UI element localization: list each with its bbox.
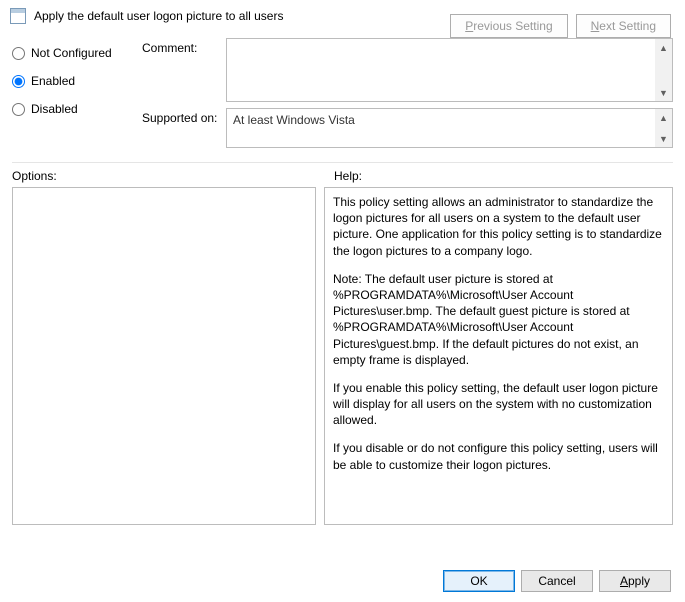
supported-on-label: Supported on: xyxy=(142,108,226,148)
scroll-down-icon[interactable]: ▼ xyxy=(655,130,672,147)
options-pane xyxy=(12,187,316,525)
options-label: Options: xyxy=(12,169,334,183)
help-paragraph: If you disable or do not configure this … xyxy=(333,440,664,472)
radio-not-configured[interactable]: Not Configured xyxy=(12,42,134,64)
state-radio-group: Not Configured Enabled Disabled xyxy=(12,38,134,154)
scroll-up-icon[interactable]: ▲ xyxy=(655,109,672,126)
help-paragraph: Note: The default user picture is stored… xyxy=(333,271,664,368)
apply-button[interactable]: Apply xyxy=(599,570,671,592)
comment-label: Comment: xyxy=(142,38,226,102)
ok-button[interactable]: OK xyxy=(443,570,515,592)
radio-enabled[interactable]: Enabled xyxy=(12,70,134,92)
help-label: Help: xyxy=(334,169,362,183)
next-setting-button[interactable]: Next Setting xyxy=(576,14,671,38)
help-paragraph: This policy setting allows an administra… xyxy=(333,194,664,259)
comment-textarea[interactable]: ▲ ▼ xyxy=(226,38,673,102)
scroll-down-icon[interactable]: ▼ xyxy=(655,84,672,101)
scrollbar[interactable]: ▲ ▼ xyxy=(655,109,672,147)
scrollbar[interactable]: ▲ ▼ xyxy=(655,39,672,101)
radio-disabled[interactable]: Disabled xyxy=(12,98,134,120)
help-paragraph: If you enable this policy setting, the d… xyxy=(333,380,664,429)
page-title: Apply the default user logon picture to … xyxy=(34,9,283,23)
help-pane: This policy setting allows an administra… xyxy=(324,187,673,525)
supported-on-field: At least Windows Vista ▲ ▼ xyxy=(226,108,673,148)
supported-on-value: At least Windows Vista xyxy=(233,113,355,127)
cancel-button[interactable]: Cancel xyxy=(521,570,593,592)
previous-setting-button[interactable]: Previous Setting xyxy=(450,14,567,38)
policy-icon xyxy=(10,8,26,24)
scroll-up-icon[interactable]: ▲ xyxy=(655,39,672,56)
